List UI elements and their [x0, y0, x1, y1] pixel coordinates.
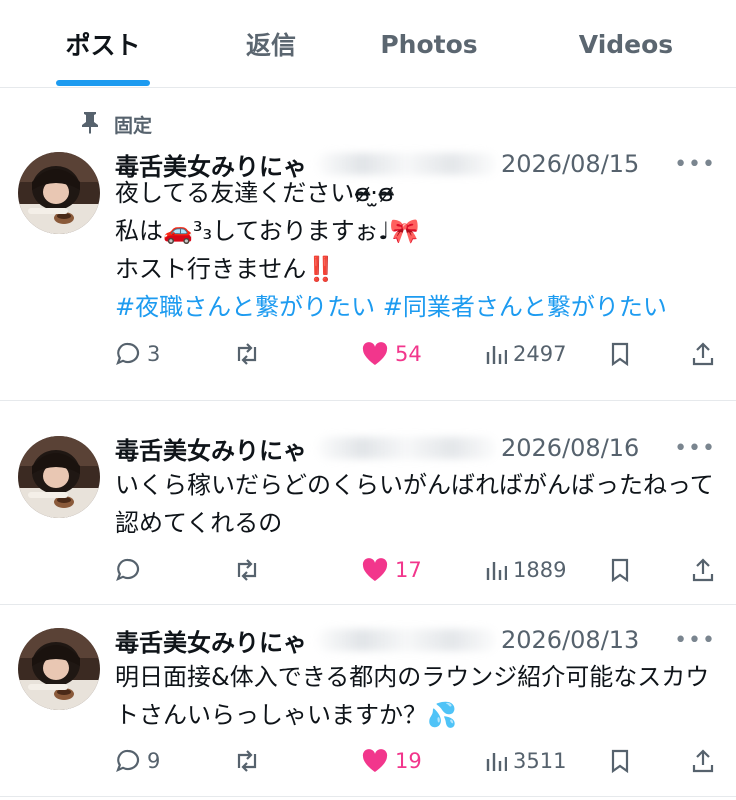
- views-icon: [485, 558, 507, 582]
- repost-icon: [233, 748, 261, 774]
- like-count: 54: [395, 342, 422, 366]
- bookmark-icon: [609, 748, 631, 774]
- share-icon: [691, 748, 715, 774]
- post-divider: [0, 604, 736, 605]
- like-count: 19: [395, 749, 422, 773]
- views-icon: [485, 342, 507, 366]
- views-button[interactable]: 3511: [485, 745, 566, 777]
- repost-icon: [233, 557, 261, 583]
- reply-button[interactable]: 9: [115, 745, 160, 777]
- tab-videos[interactable]: Videos: [566, 0, 686, 88]
- like-button[interactable]: 17: [361, 554, 422, 586]
- repost-button[interactable]: [233, 745, 261, 777]
- more-icon[interactable]: •••: [674, 628, 716, 653]
- like-count: 17: [395, 558, 422, 582]
- reply-count: 3: [147, 342, 161, 366]
- pin-icon: [80, 110, 100, 139]
- more-icon[interactable]: •••: [674, 436, 716, 461]
- active-tab-indicator: [56, 80, 150, 86]
- profile-tabs: ポスト 返信 Photos Videos: [0, 0, 736, 88]
- repost-button[interactable]: [233, 338, 261, 370]
- pinned-indicator: 固定: [80, 110, 152, 138]
- post-text-line: ホスト行きません‼️: [115, 255, 337, 283]
- more-icon[interactable]: •••: [674, 152, 716, 177]
- post-actions: 3 54 2497: [115, 338, 720, 370]
- post-text-body: 明日面接&体入できる都内のラウンジ紹介可能なスカウトさんいらっしゃいますか？💦: [115, 663, 710, 729]
- post-actions: 17 1889: [115, 554, 720, 586]
- views-count: 3511: [513, 749, 567, 773]
- share-button[interactable]: [691, 745, 715, 777]
- reply-icon: [115, 748, 141, 774]
- views-icon: [485, 749, 507, 773]
- post-text: 明日面接&体入できる都内のラウンジ紹介可能なスカウトさんいらっしゃいますか？💦: [115, 658, 718, 734]
- post-actions: 9 19 3511: [115, 745, 720, 777]
- post-date[interactable]: 2026/08/16: [501, 434, 639, 462]
- like-button[interactable]: 54: [361, 338, 422, 370]
- tab-replies[interactable]: 返信: [218, 0, 324, 88]
- views-button[interactable]: 2497: [485, 338, 566, 370]
- hashtag-links[interactable]: #夜職さんと繋がりたい #同業者さんと繋がりたい: [115, 288, 718, 326]
- share-button[interactable]: [691, 554, 715, 586]
- bookmark-button[interactable]: [609, 338, 631, 370]
- bookmark-button[interactable]: [609, 554, 631, 586]
- tab-label: Videos: [578, 29, 674, 59]
- views-count: 2497: [513, 342, 567, 366]
- avatar[interactable]: [18, 628, 100, 710]
- tab-label: ポスト: [65, 31, 141, 60]
- tab-photos[interactable]: Photos: [366, 0, 492, 88]
- bookmark-button[interactable]: [609, 745, 631, 777]
- blurred-handle: [317, 437, 497, 459]
- author-name[interactable]: 毒舌美女みりにゃ: [115, 623, 307, 658]
- share-icon: [691, 341, 715, 367]
- reply-button[interactable]: 3: [115, 338, 160, 370]
- post-text-line: 夜してる友達くださいɞ̴̶̷·̫ɞ̴̶̷: [115, 179, 394, 207]
- share-icon: [691, 557, 715, 583]
- blurred-handle: [317, 153, 497, 175]
- pinned-label: 固定: [114, 114, 153, 137]
- reply-button[interactable]: [115, 554, 147, 586]
- blurred-handle: [317, 629, 497, 651]
- reply-icon: [115, 557, 141, 583]
- repost-icon: [233, 341, 261, 367]
- post-divider: [0, 796, 736, 797]
- post-text: 夜してる友達くださいɞ̴̶̷·̫ɞ̴̶̷ 私は🚗³₃しておりますぉ♩🎀 ホスト行…: [115, 174, 718, 326]
- avatar[interactable]: [18, 436, 100, 518]
- tab-label: 返信: [245, 31, 296, 60]
- bookmark-icon: [609, 341, 631, 367]
- heart-icon: [361, 748, 389, 774]
- reply-icon: [115, 341, 141, 367]
- share-button[interactable]: [691, 338, 715, 370]
- tab-posts[interactable]: ポスト: [40, 0, 166, 88]
- like-button[interactable]: 19: [361, 745, 422, 777]
- post-divider: [0, 400, 736, 401]
- post-date[interactable]: 2026/08/13: [501, 626, 639, 654]
- post-text-line: 私は🚗³₃しておりますぉ♩🎀: [115, 217, 420, 245]
- heart-icon: [361, 557, 389, 583]
- post-header: 毒舌美女みりにゃ 2026/08/16 •••: [115, 430, 716, 466]
- repost-button[interactable]: [233, 554, 261, 586]
- heart-icon: [361, 341, 389, 367]
- post-text-body: いくら稼いだらどのくらいがんばればがんばったねって認めてくれるの: [115, 471, 714, 537]
- avatar[interactable]: [18, 152, 100, 234]
- post-text: いくら稼いだらどのくらいがんばればがんばったねって認めてくれるの: [115, 466, 718, 542]
- tab-label: Photos: [380, 29, 478, 59]
- views-count: 1889: [513, 558, 567, 582]
- post-header: 毒舌美女みりにゃ 2026/08/13 •••: [115, 622, 716, 658]
- bookmark-icon: [609, 557, 631, 583]
- author-name[interactable]: 毒舌美女みりにゃ: [115, 431, 307, 466]
- reply-count: 9: [147, 749, 161, 773]
- views-button[interactable]: 1889: [485, 554, 566, 586]
